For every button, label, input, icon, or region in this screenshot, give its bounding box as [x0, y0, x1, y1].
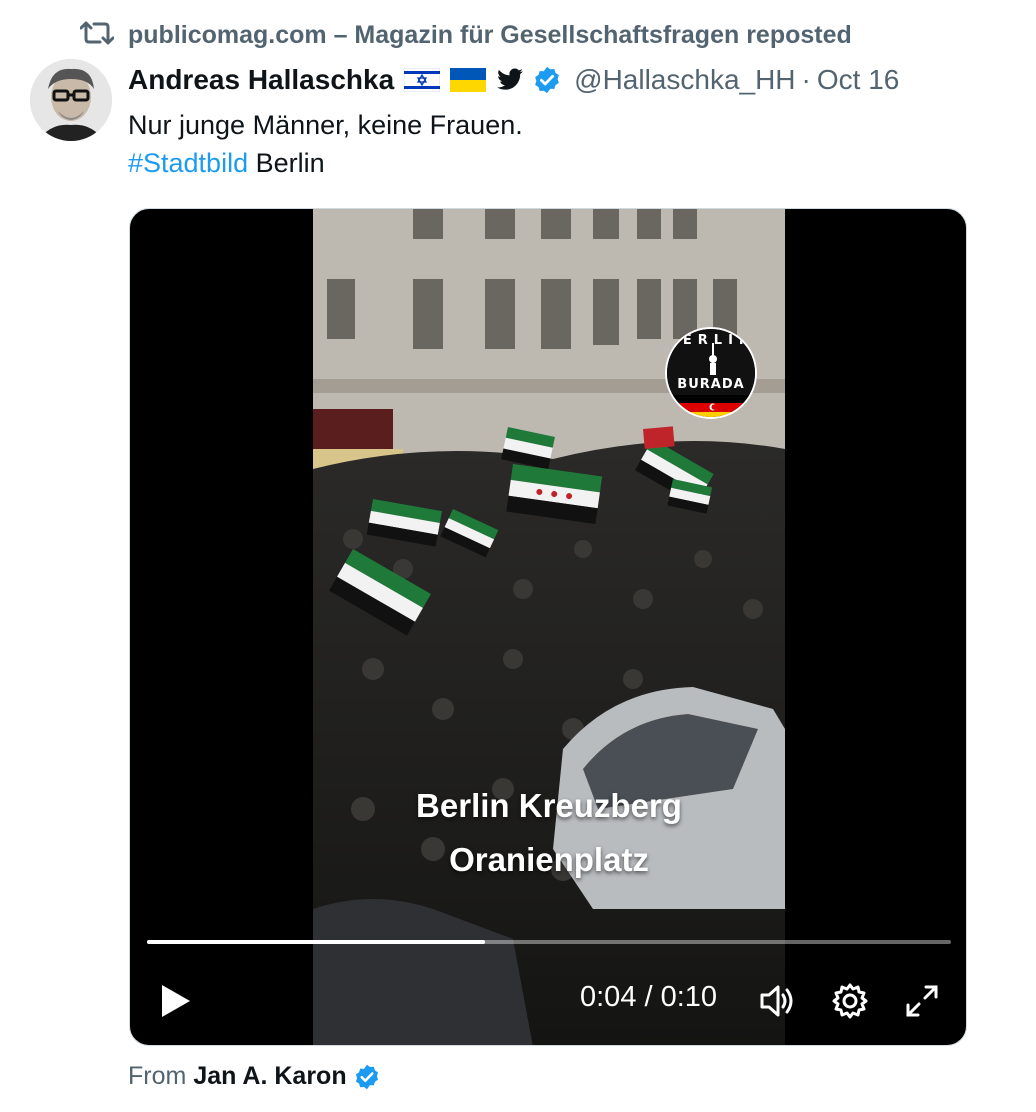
- from-label: From: [128, 1062, 187, 1090]
- logo-text-berlin: BERLIN: [667, 333, 756, 348]
- author-handle[interactable]: @Hallaschka_HH: [574, 64, 795, 96]
- verified-badge-icon: [353, 1063, 381, 1091]
- fullscreen-icon: [906, 985, 938, 1017]
- settings-button[interactable]: [830, 981, 870, 1021]
- twitter-bird-icon: [496, 68, 524, 92]
- ukraine-flag-icon: [450, 68, 487, 92]
- video-source-attribution: From Jan A. Karon: [128, 1062, 381, 1091]
- settings-gear-icon: [832, 983, 868, 1019]
- tweet-text-line-1: Nur junge Männer, keine Frauen.: [128, 110, 523, 140]
- tweet-text-city: Berlin: [248, 148, 325, 178]
- volume-button[interactable]: [758, 981, 798, 1021]
- tweet-body: Nur junge Männer, keine Frauen. #Stadtbi…: [128, 106, 988, 182]
- fullscreen-button[interactable]: [902, 981, 942, 1021]
- video-time-display: 0:04 / 0:10: [580, 981, 718, 1013]
- video-caption-line-1: Berlin Kreuzberg: [416, 787, 682, 824]
- play-button[interactable]: [158, 981, 194, 1021]
- video-frame[interactable]: BERLIN BURADA Berlin Kreuzberg Oranienpl…: [313, 209, 785, 1045]
- israel-flag-icon: [404, 68, 441, 92]
- video-progress-bar[interactable]: [147, 940, 951, 944]
- video-progress-fill: [147, 940, 485, 944]
- video-player[interactable]: BERLIN BURADA Berlin Kreuzberg Oranienpl…: [129, 208, 967, 1046]
- video-caption-line-2: Oranienplatz: [449, 841, 649, 878]
- tweet-text-line-2: #Stadtbild Berlin: [128, 144, 988, 182]
- berlin-burada-logo: BERLIN BURADA: [665, 327, 757, 419]
- author-display-name[interactable]: Andreas Hallaschka: [128, 64, 394, 96]
- separator-dot: ·: [801, 64, 811, 95]
- logo-text-burada: BURADA: [677, 377, 745, 392]
- volume-icon: [760, 985, 793, 1017]
- repost-label: publicomag.com – Magazin für Gesellschaf…: [128, 20, 852, 49]
- tweet-header: Andreas Hallaschka @Hallaschka_HH · Oct …: [128, 60, 899, 100]
- author-avatar[interactable]: [30, 59, 112, 141]
- repost-icon: [79, 19, 115, 52]
- source-author-name[interactable]: Jan A. Karon: [193, 1062, 346, 1091]
- play-icon: [162, 985, 190, 1017]
- verified-badge-icon: [532, 65, 562, 95]
- repost-header[interactable]: publicomag.com – Magazin für Gesellschaf…: [79, 18, 852, 52]
- tweet-date[interactable]: Oct 16: [817, 64, 899, 96]
- hashtag-link[interactable]: #Stadtbild: [128, 148, 248, 178]
